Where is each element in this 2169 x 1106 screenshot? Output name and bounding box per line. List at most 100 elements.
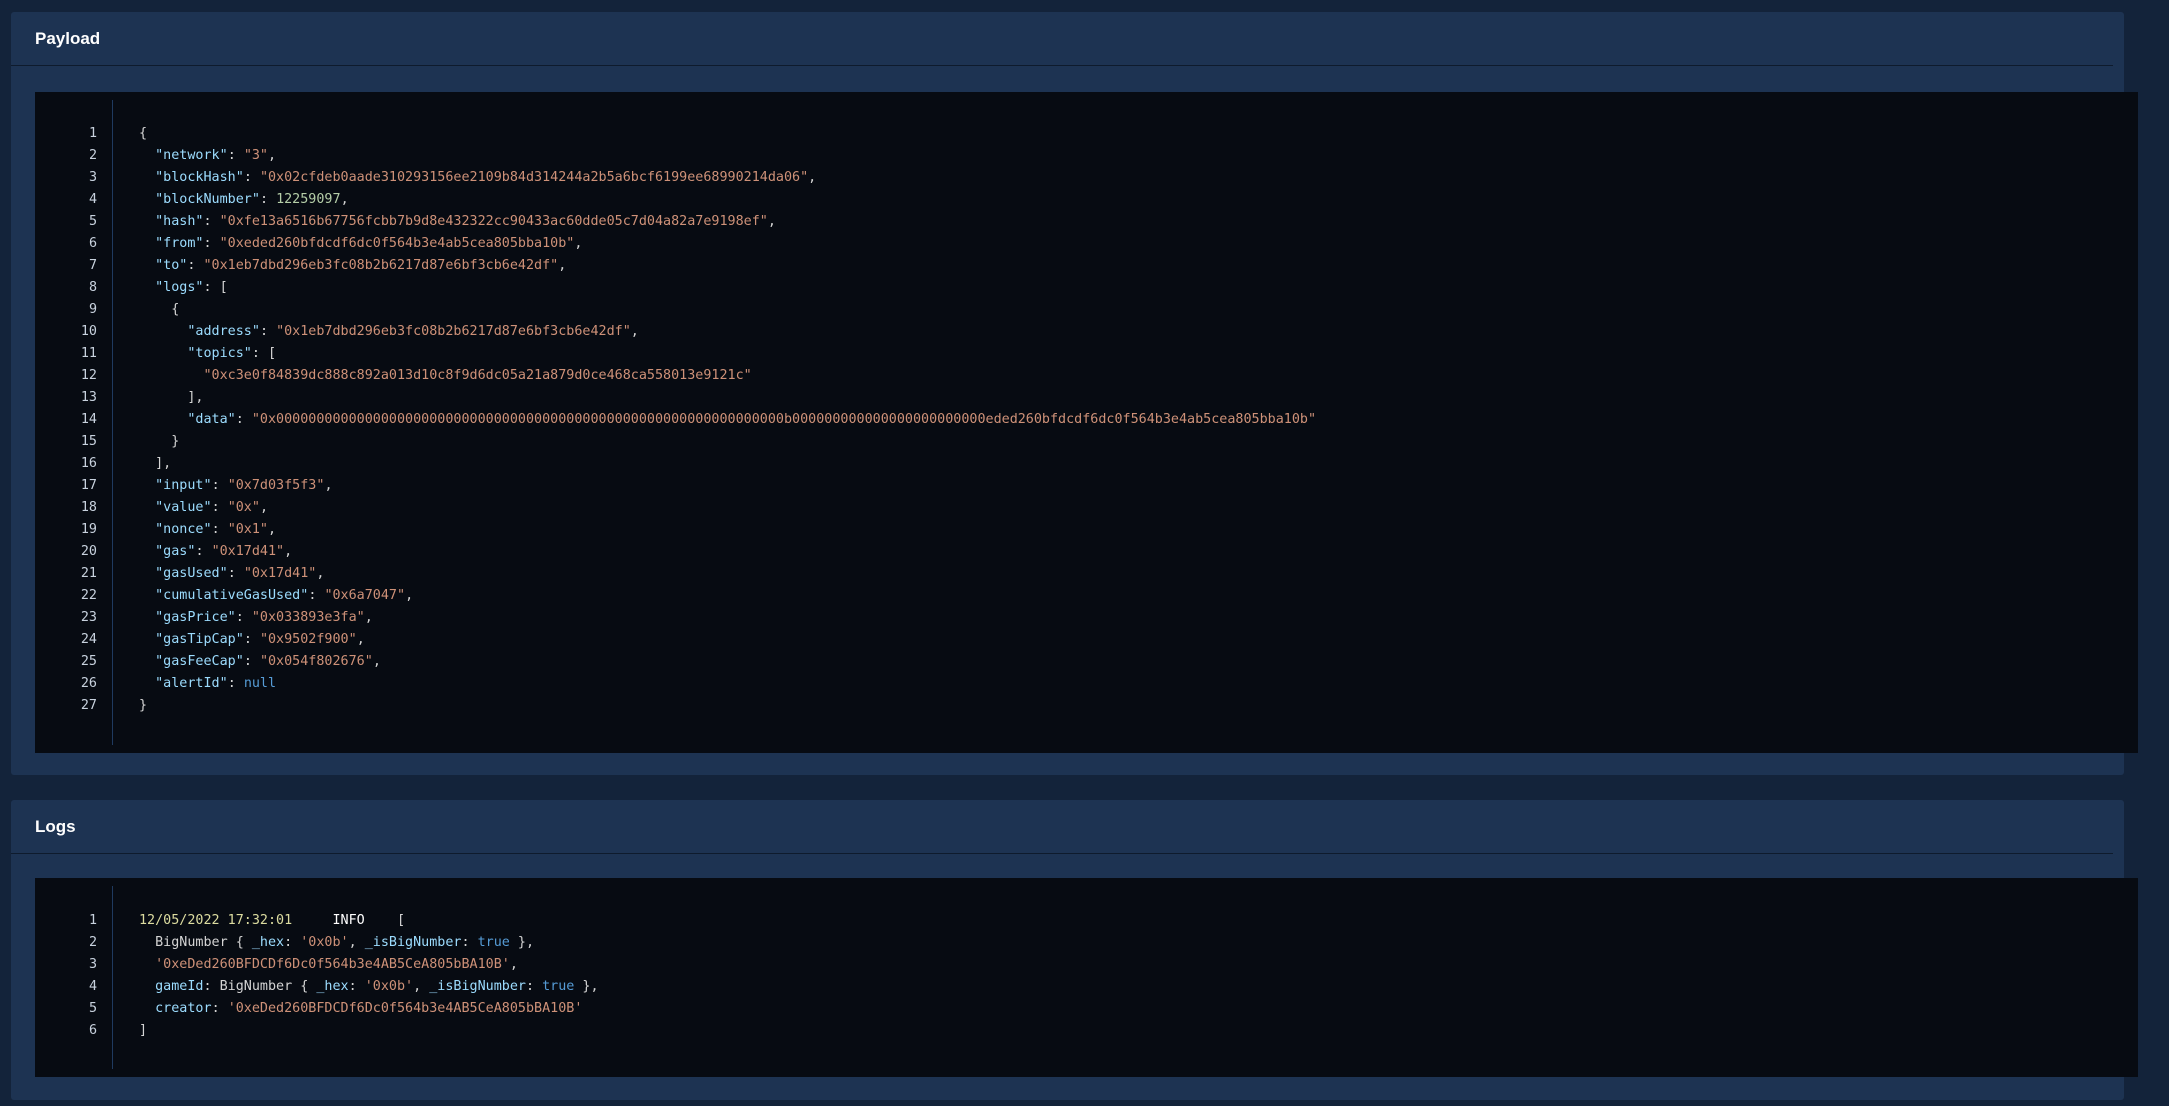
code-token: "value" (155, 500, 212, 515)
payload-code-line: 20 "gas": "0x17d41", (35, 541, 2138, 563)
line-number: 27 (80, 698, 97, 713)
payload-code-line: 18 "value": "0x", (35, 497, 2138, 519)
payload-code-lines: 1{2 "network": "3", 3 "blockHash": "0x02c… (35, 123, 2138, 717)
code-token: , (348, 935, 365, 950)
code-token: _isBigNumber (364, 935, 462, 950)
line-number: 13 (80, 390, 97, 405)
payload-code-line: 7 "to": "0x1eb7dbd296eb3fc08b2b6217d87e6… (35, 255, 2138, 277)
line-number: 18 (80, 500, 97, 515)
line-number: 5 (88, 214, 97, 229)
code-token: "0x17d41" (211, 544, 285, 559)
line-text: "gasUsed": "0x17d41", (139, 563, 324, 585)
line-number: 2 (88, 148, 97, 163)
payload-code-line: 8 "logs": [ (35, 277, 2138, 299)
line-text: "to": "0x1eb7dbd296eb3fc08b2b6217d87e6bf… (139, 255, 566, 277)
code-token: : (461, 935, 478, 950)
payload-code-line: 10 "address": "0x1eb7dbd296eb3fc08b2b621… (35, 321, 2138, 343)
code-token: "0x02cfdeb0aade310293156ee2109b84d314244… (259, 170, 809, 185)
code-token: } (139, 698, 148, 713)
code-token: "cumulativeGasUsed" (155, 588, 309, 603)
logs-panel: Logs 1 12/05/2022 17:32:01 INFO [2 BigNum… (11, 800, 2138, 1100)
code-token: "0x1eb7dbd296eb3fc08b2b6217d87e6bf3cb6e4… (276, 324, 631, 339)
line-text: "from": "0xeded260bfdcdf6dc0f564b3e4ab5c… (139, 233, 582, 255)
code-token: "blockHash" (155, 170, 244, 185)
payload-code-line: 3 "blockHash": "0x02cfdeb0aade310293156e… (35, 167, 2138, 189)
line-number: 14 (80, 412, 97, 427)
line-text: ], (139, 453, 171, 475)
code-token: , (413, 979, 430, 994)
payload-code-line: 17 "input": "0x7d03f5f3", (35, 475, 2138, 497)
line-text: } (139, 431, 179, 453)
code-token: "0x" (227, 500, 260, 515)
line-number: 25 (80, 654, 97, 669)
code-token: : (211, 478, 228, 493)
code-token: { (139, 302, 180, 317)
code-token: "0x0000000000000000000000000000000000000… (251, 412, 1317, 427)
line-text: "gasPrice": "0x033893e3fa", (139, 607, 373, 629)
logs-code-line: 5 creator: '0xeDed260BFDCDf6Dc0f564b3e4A… (35, 998, 2138, 1020)
code-token: : (187, 258, 204, 273)
logs-code-viewer[interactable]: 1 12/05/2022 17:32:01 INFO [2 BigNumber {… (35, 878, 2138, 1077)
code-token: : (284, 935, 301, 950)
payload-panel: Payload 1{2 "network": "3", 3 "blockHash"… (11, 12, 2138, 775)
payload-code-line: 1{ (35, 123, 2138, 145)
line-text: "blockHash": "0x02cfdeb0aade310293156ee2… (139, 167, 816, 189)
line-text: "gasTipCap": "0x9502f900", (139, 629, 365, 651)
code-token: creator (155, 1001, 212, 1016)
payload-code-line: 25 "gasFeeCap": "0x054f802676", (35, 651, 2138, 673)
code-token: "hash" (155, 214, 204, 229)
payload-code-line: 21 "gasUsed": "0x17d41", (35, 563, 2138, 585)
payload-panel-title: Payload (35, 28, 101, 48)
logs-code-line: 6] (35, 1020, 2138, 1042)
payload-code-line: 5 "hash": "0xfe13a6516b67756fcbb7b9d8e43… (35, 211, 2138, 233)
code-token: , (509, 957, 518, 972)
payload-code-line: 4 "blockNumber": 12259097, (35, 189, 2138, 211)
code-token: , (372, 654, 381, 669)
code-token: "alertId" (155, 676, 228, 691)
code-token: "data" (187, 412, 236, 427)
code-token: , (340, 192, 349, 207)
line-number: 5 (88, 1001, 97, 1016)
logs-code-lines: 1 12/05/2022 17:32:01 INFO [2 BigNumber {… (35, 910, 2138, 1042)
code-token: '0xeDed260BFDCDf6Dc0f564b3e4AB5CeA805bBA… (227, 1001, 583, 1016)
code-token: '0x0b' (364, 979, 414, 994)
code-token: : (235, 412, 252, 427)
logs-panel-header: Logs (11, 800, 2113, 854)
code-token: : (211, 1001, 228, 1016)
code-token: , (630, 324, 639, 339)
line-number: 19 (80, 522, 97, 537)
payload-code-line: 9 { (35, 299, 2138, 321)
code-token: , (574, 236, 583, 251)
code-token: INFO (332, 913, 365, 928)
line-text: { (139, 299, 179, 321)
line-text: "cumulativeGasUsed": "0x6a7047", (139, 585, 413, 607)
code-token: "0x033893e3fa" (251, 610, 365, 625)
code-token: : (211, 500, 228, 515)
line-text: "value": "0x", (139, 497, 268, 519)
code-token: "gasPrice" (155, 610, 236, 625)
line-text: "input": "0x7d03f5f3", (139, 475, 332, 497)
payload-code-viewer[interactable]: 1{2 "network": "3", 3 "blockHash": "0x02c… (35, 92, 2138, 753)
line-number: 20 (80, 544, 97, 559)
line-number: 4 (88, 192, 97, 207)
payload-code-line: 12 "0xc3e0f84839dc888c892a013d10c8f9d6dc… (35, 365, 2138, 387)
line-number: 7 (88, 258, 97, 273)
code-token: "0x7d03f5f3" (227, 478, 325, 493)
line-text: "gas": "0x17d41", (139, 541, 292, 563)
code-token: : BigNumber { (203, 979, 317, 994)
payload-code-line: 11 "topics": [ (35, 343, 2138, 365)
payload-code-line: 26 "alertId": null (35, 673, 2138, 695)
line-number: 10 (80, 324, 97, 339)
